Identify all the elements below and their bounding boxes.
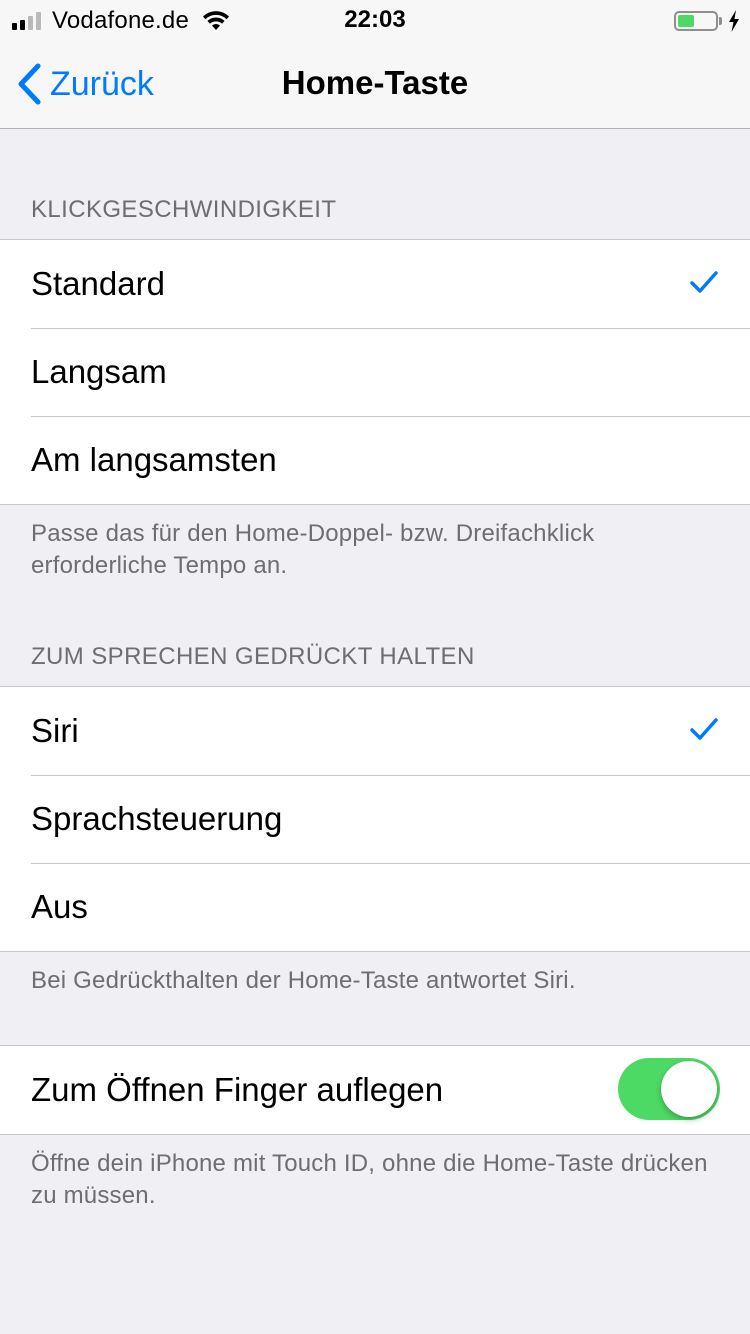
battery-fill (678, 15, 694, 27)
option-am-langsamsten[interactable]: Am langsamsten (0, 416, 750, 504)
option-label: Aus (31, 888, 88, 925)
navigation-bar: Zurück Home-Taste (0, 40, 750, 129)
press-and-hold-group: Siri Sprachsteuerung Aus (0, 686, 750, 952)
option-label: Siri (31, 712, 79, 749)
option-langsam[interactable]: Langsam (0, 328, 750, 416)
option-label: Am langsamsten (31, 441, 277, 478)
option-label: Sprachsteuerung (31, 800, 283, 837)
click-speed-footer: Passe das für den Home-Doppel- bzw. Drei… (31, 520, 595, 579)
section-header-press-and-hold: ZUM SPRECHEN GEDRÜCKT HALTEN (31, 643, 475, 670)
option-label: Standard (31, 265, 165, 302)
battery-icon (674, 11, 718, 31)
click-speed-group: Standard Langsam Am langsamsten (0, 239, 750, 505)
rest-finger-toggle[interactable] (618, 1058, 720, 1120)
rest-finger-footer: Öffne dein iPhone mit Touch ID, ohne die… (31, 1150, 708, 1209)
press-and-hold-footer: Bei Gedrückthalten der Home-Taste antwor… (31, 967, 576, 994)
status-time: 22:03 (344, 6, 406, 33)
screen: Vodafone.de 22:03 Zurück Home-Taste KLIC… (0, 0, 750, 1334)
rest-finger-row: Zum Öffnen Finger auflegen (0, 1046, 750, 1134)
option-aus[interactable]: Aus (0, 863, 750, 951)
battery-tip (719, 17, 722, 25)
option-sprachsteuerung[interactable]: Sprachsteuerung (0, 775, 750, 863)
checkmark-icon (690, 718, 718, 740)
option-siri[interactable]: Siri (0, 687, 750, 775)
charging-bolt-icon (729, 10, 739, 32)
option-label: Langsam (31, 353, 167, 390)
option-standard[interactable]: Standard (0, 240, 750, 328)
section-header-click-speed: KLICKGESCHWINDIGKEIT (31, 196, 337, 223)
toggle-knob (661, 1061, 717, 1117)
checkmark-icon (690, 271, 718, 293)
page-title: Home-Taste (281, 64, 469, 101)
status-right (674, 8, 740, 34)
rest-finger-label: Zum Öffnen Finger auflegen (31, 1071, 444, 1108)
rest-finger-group: Zum Öffnen Finger auflegen (0, 1045, 750, 1135)
status-bar: Vodafone.de 22:03 (0, 0, 750, 40)
